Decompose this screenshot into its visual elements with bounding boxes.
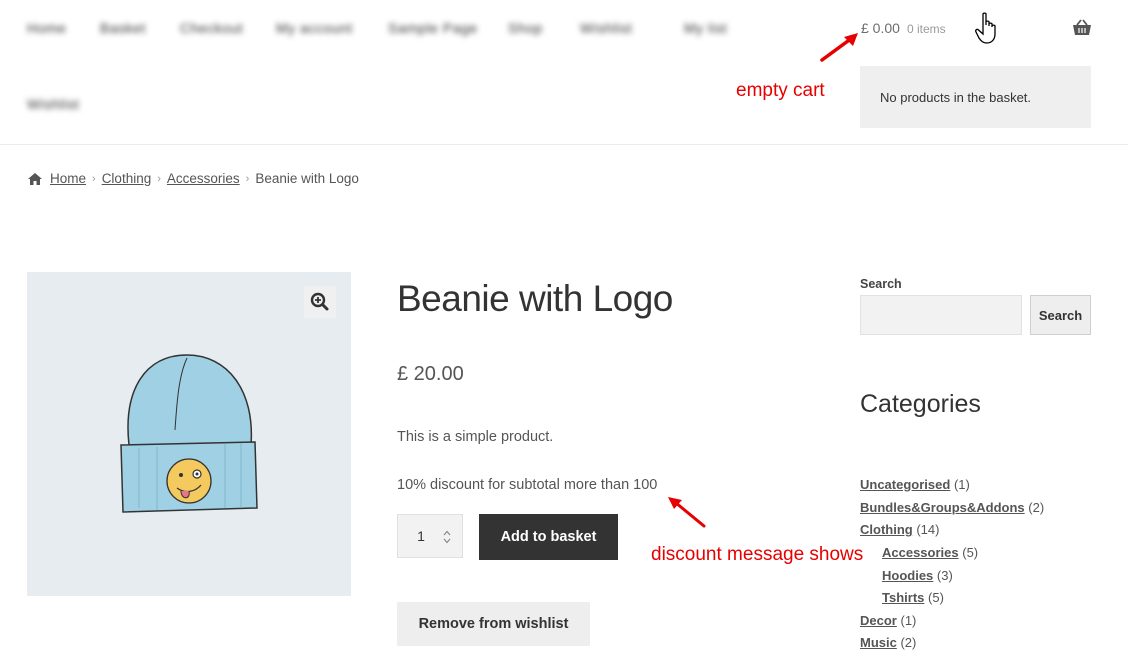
nav-item-sample-page[interactable]: Sample Page (388, 20, 478, 38)
magnifier-zoom-icon (310, 292, 329, 311)
nav-item-checkout[interactable]: Checkout (180, 20, 243, 38)
category-count: (1) (900, 613, 917, 628)
breadcrumb-separator: › (245, 172, 250, 185)
nav-item-wishlist[interactable]: Wishlist (580, 20, 632, 38)
quantity-input[interactable] (398, 515, 444, 557)
nav-item-my-list[interactable]: My list (684, 20, 727, 38)
quantity-stepper[interactable] (397, 514, 463, 558)
nav-item-wishlist-2[interactable]: Wishlist (27, 96, 79, 114)
breadcrumb-current: Beanie with Logo (255, 171, 359, 186)
category-link-uncategorised[interactable]: Uncategorised (860, 477, 950, 492)
annotation-arrow-icon (820, 33, 858, 62)
product-price: £ 20.00 (397, 363, 464, 385)
category-item: Accessories (5) (882, 545, 978, 560)
zoom-button[interactable] (304, 286, 336, 318)
category-count: (2) (1028, 500, 1045, 515)
search-label: Search (860, 277, 902, 291)
category-item: Uncategorised (1) (860, 477, 970, 492)
category-count: (2) (900, 635, 917, 650)
annotation-empty-cart: empty cart (736, 80, 825, 101)
home-icon (28, 172, 42, 185)
breadcrumb-home[interactable]: Home (50, 171, 86, 186)
annotation-arrow-icon (668, 497, 706, 528)
category-item: Music (2) (860, 635, 916, 650)
product-description: This is a simple product. (397, 429, 554, 445)
category-count: (3) (936, 568, 953, 583)
category-count: (1) (953, 477, 970, 492)
category-link-music[interactable]: Music (860, 635, 897, 650)
hand-pointer-icon (975, 12, 996, 44)
search-button[interactable]: Search (1030, 295, 1091, 335)
category-item: Hoodies (3) (882, 568, 953, 583)
nav-item-basket[interactable]: Basket (100, 20, 146, 38)
nav-item-shop[interactable]: Shop (508, 20, 543, 38)
beanie-illustration (120, 354, 258, 513)
category-item: Clothing (14) (860, 522, 939, 537)
nav-item-home[interactable]: Home (27, 20, 66, 38)
search-input[interactable] (860, 295, 1022, 335)
category-link-clothing[interactable]: Clothing (860, 522, 913, 537)
category-link-accessories[interactable]: Accessories (882, 545, 959, 560)
annotation-discount-shows: discount message shows (651, 544, 864, 565)
cart-amount[interactable]: £ 0.00 (861, 20, 900, 36)
add-to-basket-button[interactable]: Add to basket (479, 514, 618, 560)
mini-cart-dropdown: No products in the basket. (860, 66, 1091, 128)
header-divider (0, 144, 1128, 145)
category-count: (5) (962, 545, 979, 560)
breadcrumb-separator: › (92, 172, 96, 185)
category-count: (5) (928, 590, 944, 605)
mini-cart-empty-message: No products in the basket. (880, 90, 1032, 105)
breadcrumb-separator: › (157, 172, 161, 185)
breadcrumb-clothing[interactable]: Clothing (102, 171, 152, 186)
category-link-bundles[interactable]: Bundles&Groups&Addons (860, 500, 1025, 515)
basket-icon[interactable] (1072, 18, 1092, 38)
spinner-arrows-icon[interactable] (442, 529, 452, 545)
category-item: Decor (1) (860, 613, 916, 628)
breadcrumb-accessories[interactable]: Accessories (167, 171, 240, 186)
cart-count[interactable]: 0 items (907, 22, 946, 36)
breadcrumb: Home › Clothing › Accessories › Beanie w… (27, 171, 359, 186)
discount-message: 10% discount for subtotal more than 100 (397, 477, 658, 493)
product-title: Beanie with Logo (397, 278, 673, 319)
category-link-tshirts[interactable]: Tshirts (882, 590, 924, 605)
remove-from-wishlist-button[interactable]: Remove from wishlist (397, 602, 590, 646)
category-link-hoodies[interactable]: Hoodies (882, 568, 933, 583)
category-item: Tshirts (5) (882, 590, 944, 605)
category-item: Bundles&Groups&Addons (2) (860, 500, 1044, 515)
category-count: (14) (916, 522, 940, 537)
category-link-decor[interactable]: Decor (860, 613, 897, 628)
categories-title: Categories (860, 390, 981, 418)
nav-item-my-account[interactable]: My account (276, 20, 353, 38)
